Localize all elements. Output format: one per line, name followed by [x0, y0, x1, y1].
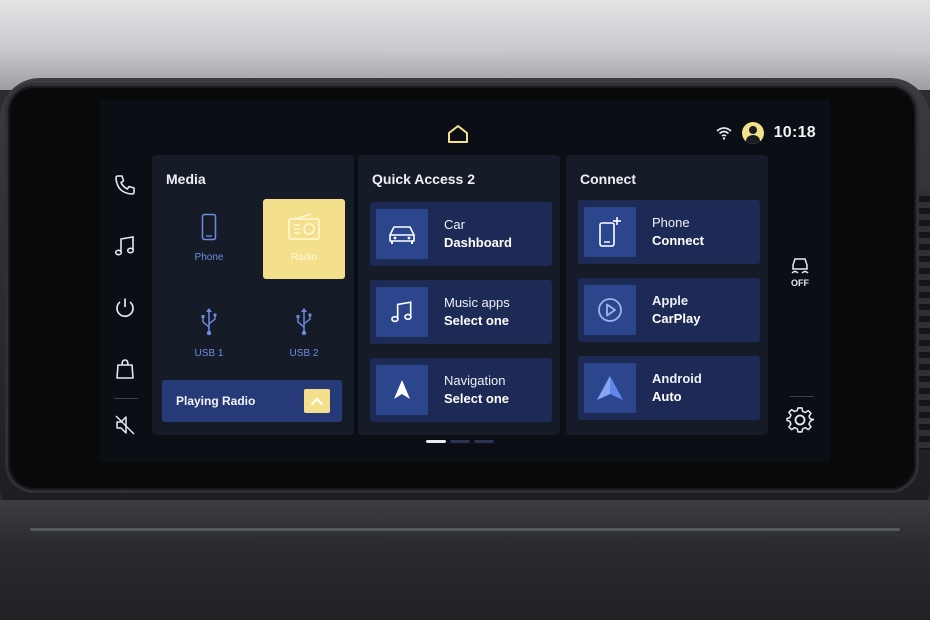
- traction-control-icon: [791, 258, 809, 274]
- carplay-icon: [598, 298, 622, 322]
- phone-icon: [115, 175, 135, 195]
- tile-icon-box: [584, 363, 636, 413]
- rail-divider: [114, 398, 138, 399]
- android-auto-tile[interactable]: Android Auto: [578, 356, 760, 420]
- tile-title: Apple: [652, 293, 689, 308]
- tile-title: Music apps: [444, 295, 510, 310]
- home-icon[interactable]: [447, 124, 469, 144]
- expand-player-button[interactable]: [304, 389, 330, 413]
- quick-access-title: Quick Access 2: [372, 171, 475, 187]
- right-rail: OFF: [770, 160, 830, 450]
- dashboard-bottom: [0, 500, 930, 620]
- music-note-icon: [391, 301, 412, 323]
- media-title: Media: [166, 171, 206, 187]
- now-playing-bar[interactable]: Playing Radio: [162, 380, 342, 422]
- phone-connect-tile[interactable]: Phone Connect: [578, 200, 760, 264]
- tile-icon-box: [584, 207, 636, 257]
- tile-icon-box: [584, 285, 636, 335]
- user-avatar-icon[interactable]: [741, 122, 764, 144]
- media-source-label: Phone: [194, 252, 224, 263]
- power-icon: [116, 298, 134, 318]
- music-note-icon: [114, 236, 135, 256]
- tile-subtitle: Dashboard: [444, 235, 512, 250]
- media-source-phone[interactable]: Phone: [168, 199, 250, 279]
- media-source-usb2[interactable]: USB 2: [263, 293, 345, 373]
- status-bar: 10:18: [716, 120, 816, 146]
- dashboard-top: [0, 0, 930, 90]
- tile-icon-box: [376, 209, 428, 259]
- tile-title: Car: [444, 217, 465, 232]
- usb-icon: [201, 308, 217, 336]
- page-indicator: [426, 440, 494, 443]
- tile-subtitle: Connect: [652, 233, 704, 248]
- shopping-bag-icon: [116, 359, 134, 379]
- phone-icon: [201, 213, 217, 241]
- navigation-arrow-icon: [394, 380, 410, 399]
- power-rail-button[interactable]: [110, 293, 140, 323]
- now-playing-label: Playing Radio: [176, 394, 256, 408]
- car-icon: [389, 226, 415, 244]
- tile-subtitle: CarPlay: [652, 311, 701, 326]
- media-source-usb1[interactable]: USB 1: [168, 293, 250, 373]
- music-apps-tile[interactable]: Music apps Select one: [370, 280, 552, 344]
- page-dot-active[interactable]: [426, 440, 446, 443]
- car-dashboard-tile[interactable]: Car Dashboard: [370, 202, 552, 266]
- mute-rail-button[interactable]: [110, 410, 140, 440]
- phone-rail-button[interactable]: [110, 170, 140, 200]
- tile-subtitle: Auto: [652, 389, 682, 404]
- quick-access-panel: Quick Access 2 Car Dashboard Music apps …: [358, 155, 560, 435]
- connect-panel: Connect Phone Connect Apple CarPlay Andr…: [566, 155, 768, 435]
- usb-icon: [296, 308, 312, 336]
- wifi-icon: [716, 127, 732, 140]
- page-dot[interactable]: [474, 440, 494, 443]
- traction-control-button[interactable]: OFF: [784, 255, 816, 289]
- clock: 10:18: [773, 124, 816, 141]
- dashboard-trim-line: [30, 528, 900, 531]
- media-source-label: USB 1: [194, 348, 224, 359]
- tile-title: Navigation: [444, 373, 506, 388]
- radio-icon: [288, 213, 320, 240]
- tile-title: Android: [652, 371, 702, 386]
- tile-subtitle: Select one: [444, 313, 510, 328]
- apple-carplay-tile[interactable]: Apple CarPlay: [578, 278, 760, 342]
- rail-divider: [790, 396, 814, 397]
- media-source-radio[interactable]: Radio: [263, 199, 345, 279]
- media-source-label: Radio: [290, 252, 318, 263]
- tile-icon-box: [376, 287, 428, 337]
- media-panel: Media Phone Radio USB 1 USB 2 Playing Ra…: [152, 155, 354, 435]
- chevron-up-icon: [310, 397, 324, 405]
- music-rail-button[interactable]: [110, 231, 140, 261]
- traction-off-label: OFF: [791, 278, 809, 288]
- navigation-tile[interactable]: Navigation Select one: [370, 358, 552, 422]
- gear-icon[interactable]: [786, 406, 814, 434]
- infotainment-screen: 10:18 OFF Media Phone Radio USB 1 USB 2 …: [100, 100, 830, 462]
- phone-plus-icon: [599, 217, 621, 247]
- tile-icon-box: [376, 365, 428, 415]
- store-rail-button[interactable]: [110, 354, 140, 384]
- tile-title: Phone: [652, 215, 690, 230]
- media-source-label: USB 2: [289, 348, 319, 359]
- connect-title: Connect: [580, 171, 636, 187]
- mute-icon: [115, 415, 135, 435]
- page-dot[interactable]: [450, 440, 470, 443]
- android-auto-icon: [597, 376, 623, 400]
- tile-subtitle: Select one: [444, 391, 510, 406]
- left-rail: [100, 160, 150, 450]
